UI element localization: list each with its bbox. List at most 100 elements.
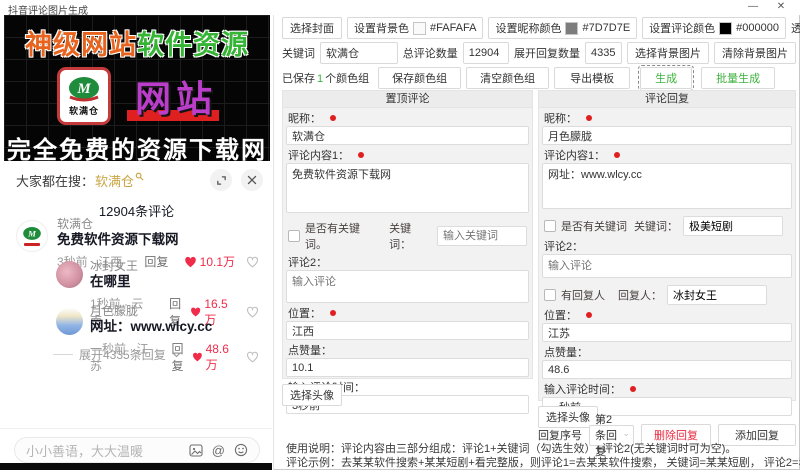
reply-keyword-input[interactable]: [683, 216, 783, 236]
keyword-label: 关键词: [282, 48, 315, 60]
reply-location-label: 位置：: [544, 309, 577, 322]
svg-text:M: M: [76, 81, 91, 97]
expand-preview-button[interactable]: [210, 169, 232, 191]
avatar-logo-bar: [24, 243, 40, 246]
like-count[interactable]: 48.6万: [192, 342, 235, 373]
clear-bg-image-button[interactable]: 清除背景图片: [714, 42, 796, 64]
pinned-keyword-input[interactable]: [436, 226, 527, 246]
clear-color-group-button[interactable]: 清空颜色组: [466, 67, 550, 89]
search-keyword[interactable]: 软满仓: [95, 171, 134, 190]
required-dot: [358, 151, 365, 158]
reply-keyword-label: 关键词：: [634, 221, 678, 233]
save-color-group-button[interactable]: 保存颜色组: [378, 67, 462, 89]
reply-comment2-textarea[interactable]: [542, 254, 792, 278]
avatar[interactable]: [56, 261, 83, 288]
export-template-button[interactable]: 导出模板: [554, 67, 631, 89]
reply-content1-textarea[interactable]: 网址：www.wlcy.cc: [542, 163, 792, 209]
pinned-comment2-textarea[interactable]: [286, 270, 529, 303]
select-cover-button[interactable]: 选择封面: [282, 17, 342, 39]
comment-author[interactable]: 软满仓: [57, 217, 273, 231]
close-preview-button[interactable]: [241, 169, 263, 191]
reply-has-replyto-checkbox[interactable]: [544, 289, 556, 301]
pinned-location-label: 位置：: [288, 307, 321, 320]
reply-comment-form: 评论回复 昵称： 评论内容1： 网址：www.wlcy.cc 是否有关键词 关键…: [538, 90, 796, 416]
reply-content1-label: 评论内容1：: [544, 149, 606, 162]
expand-replies-input[interactable]: [585, 42, 622, 64]
pinned-nickname-label: 昵称：: [288, 112, 321, 125]
banner-headline-orange: 神级网站: [25, 30, 137, 60]
comment-text: 网址：www.wlcy.cc: [90, 319, 213, 334]
nickname-color-hex: #7D7D7E: [582, 22, 631, 34]
title-bar: 抖音评论图片生成 — ✕: [0, 0, 800, 17]
banner-middle-row: M 软满仓 网站: [4, 65, 270, 127]
banner-word: 网站: [134, 78, 217, 119]
generate-button[interactable]: 生成: [638, 65, 695, 91]
select-bg-image-button[interactable]: 选择背景图片: [627, 42, 709, 64]
image-icon[interactable]: [189, 443, 203, 457]
banner-word-wrap: 网站: [126, 70, 219, 122]
reply-has-replyto-label: 有回复人: [561, 290, 605, 302]
required-dot: [586, 114, 592, 121]
reply-replyto-input[interactable]: [667, 285, 767, 305]
divider: [0, 428, 272, 429]
comment-author[interactable]: 月色朦胧: [90, 304, 273, 318]
heart-icon: [192, 352, 202, 362]
total-comments-input[interactable]: [462, 42, 509, 64]
reply-location-input[interactable]: [542, 323, 792, 342]
banner-headline: 神级网站软件资源: [4, 23, 270, 62]
comment-author[interactable]: 冰封女王: [90, 259, 273, 273]
comment-input-bar[interactable]: 小小善语，大大温暖 @: [14, 437, 260, 463]
close-button[interactable]: ✕: [770, 0, 792, 14]
reply-likes-input[interactable]: [542, 360, 792, 379]
minimize-button[interactable]: —: [742, 0, 764, 14]
pinned-form-header: 置顶评论: [283, 91, 532, 108]
brand-logo: M 软满仓: [56, 67, 111, 125]
comment-color-picker[interactable]: 设置评论颜色 #000000: [642, 17, 786, 39]
pinned-comment2-label: 评论2：: [288, 256, 328, 269]
nickname-color-swatch: [565, 21, 579, 35]
opacity-label: 透明度: [791, 23, 800, 35]
reply-has-keyword-checkbox[interactable]: [544, 220, 556, 232]
expand-replies-label: 展开回复数量: [514, 48, 580, 60]
avatar[interactable]: M: [16, 220, 48, 252]
pinned-location-input[interactable]: [286, 321, 529, 340]
avatar-logo-icon: M: [23, 226, 41, 240]
required-dot: [330, 309, 336, 316]
comment-color-hex: #000000: [736, 22, 779, 34]
pinned-nickname-input[interactable]: [286, 126, 529, 145]
pinned-likes-input[interactable]: [286, 358, 529, 377]
reply-likes-label: 点赞量：: [544, 346, 588, 359]
bg-color-picker[interactable]: 设置背景色 #FAFAFA: [347, 17, 484, 39]
reply-index-label: 回复序号: [538, 430, 582, 442]
comment-input-placeholder: 小小善语，大大温暖: [26, 443, 144, 459]
chevron-down-icon: [623, 433, 628, 437]
saved-color-groups-text: 已保存 1 个颜色组: [282, 73, 370, 85]
svg-text:M: M: [27, 228, 37, 238]
batch-generate-button[interactable]: 批量生成: [701, 67, 776, 89]
chevron-down-icon: [172, 352, 181, 357]
dislike-button[interactable]: [246, 351, 259, 363]
saved-count: 1: [317, 73, 324, 85]
pinned-comment-form: 置顶评论 昵称： 评论内容1： 免费软件资源下载网 是否有关键词。 关键词： 评…: [282, 90, 533, 414]
pinned-content1-textarea[interactable]: 免费软件资源下载网: [286, 163, 529, 213]
brand-logo-label: 软满仓: [68, 105, 99, 116]
nickname-color-picker[interactable]: 设置昵称颜色 #7D7D7E: [488, 17, 638, 39]
expand-line: [53, 354, 73, 355]
banner-subline: 完全免费的资源下载网: [7, 137, 267, 161]
comment-text: 在哪里: [90, 274, 131, 289]
pinned-select-avatar-button[interactable]: 选择头像: [282, 384, 342, 406]
mention-icon[interactable]: @: [212, 444, 225, 457]
avatar[interactable]: [56, 308, 83, 335]
emoji-icon[interactable]: [234, 443, 248, 457]
pinned-content1-label: 评论内容1：: [288, 149, 350, 162]
dislike-heart-icon: [247, 351, 258, 363]
cover-banner: 神级网站软件资源 M 软满仓 网站 完全免费的资源下载网: [4, 15, 270, 161]
search-prefix: 大家都在搜：: [16, 173, 95, 189]
reply-nickname-input[interactable]: [542, 126, 792, 145]
pinned-has-keyword-checkbox[interactable]: [288, 230, 300, 242]
bg-color-hex: #FAFAFA: [430, 22, 477, 34]
expand-replies-link[interactable]: 展开4335条回复: [53, 346, 181, 363]
comment-item-reply: 月色朦胧 网址：www.wlcy.cc 一秒前 · 江苏 回复 48.6万: [0, 304, 273, 374]
required-dot: [330, 114, 336, 121]
keyword-input[interactable]: [320, 42, 398, 64]
